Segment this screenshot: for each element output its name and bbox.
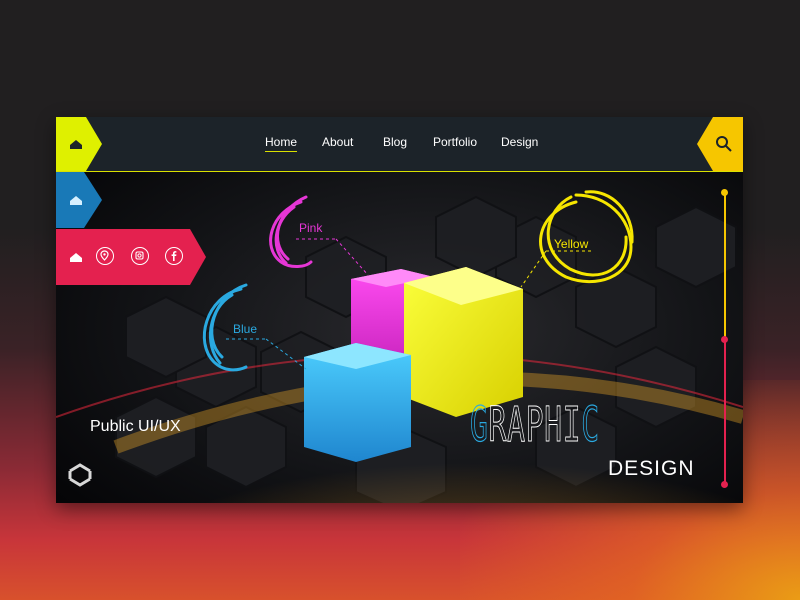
instagram-button[interactable] (131, 247, 149, 265)
facebook-icon (171, 251, 177, 261)
pink-label: Pink (299, 221, 323, 235)
yellow-cube (404, 267, 523, 417)
location-pin-icon (100, 250, 109, 261)
yellow-label: Yellow (554, 237, 589, 251)
hero-title: GRAPHIC (470, 396, 600, 454)
scroll-track-top (724, 193, 726, 339)
instagram-icon (135, 251, 144, 260)
blue-cube (304, 343, 411, 462)
location-button[interactable] (96, 247, 114, 265)
title-letter: C (581, 396, 600, 453)
scroll-dot-middle[interactable] (721, 336, 728, 343)
facebook-button[interactable] (165, 247, 183, 265)
title-letter: R (488, 397, 508, 454)
side-tab-blue[interactable] (56, 172, 102, 228)
scroll-dot-bottom[interactable] (721, 481, 728, 488)
hero-subtitle: DESIGN (608, 457, 695, 480)
scroll-track-bottom (724, 339, 726, 485)
search-button[interactable] (697, 117, 743, 171)
title-letter: P (525, 397, 545, 454)
title-letter: A (507, 397, 526, 454)
scroll-dot-top[interactable] (721, 189, 728, 196)
hero-art (56, 117, 743, 503)
nav-design[interactable]: Design (501, 135, 538, 149)
nav-blog[interactable]: Blog (383, 135, 407, 149)
landing-page-card: Home About Blog Portfolio Design Pink Bl… (56, 117, 743, 503)
nav-portfolio[interactable]: Portfolio (433, 135, 477, 149)
title-letter: H (544, 397, 563, 454)
hexagon-logo-icon (68, 463, 92, 487)
nav-home[interactable]: Home (265, 135, 298, 152)
blue-label: Blue (233, 322, 258, 336)
main-nav: Home About Blog Portfolio Design (56, 117, 743, 171)
tagline: Public UI/UX (90, 418, 181, 435)
title-letter: G (470, 396, 489, 453)
title-letter: I (562, 397, 582, 454)
nav-about[interactable]: About (322, 135, 353, 149)
